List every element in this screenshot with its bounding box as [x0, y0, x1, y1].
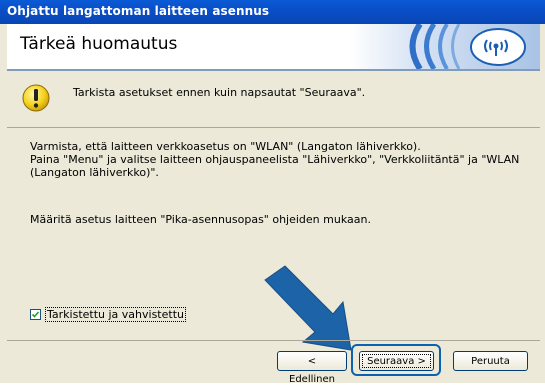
instruction-line-1: Varmista, että laitteen verkkoasetus on … [30, 140, 421, 153]
checkmark-icon [31, 310, 40, 318]
page-heading: Tärkeä huomautus [20, 34, 178, 54]
back-button[interactable]: < Edellinen [277, 351, 347, 385]
footer-divider [7, 340, 540, 341]
wireless-logo-icon [350, 24, 540, 69]
confirm-checkbox-row[interactable]: Tarkistettu ja vahvistettu [30, 306, 186, 322]
wizard-window: Ohjattu langattoman laitteen asennus Tär… [0, 0, 545, 385]
instruction-line-3: Määritä asetus laitteen "Pika-asennusopa… [30, 213, 371, 226]
window-title: Ohjattu langattoman laitteen asennus [7, 4, 270, 18]
instruction-line-2: Paina "Menu" ja valitse laitteen ohjausp… [30, 153, 520, 179]
header-divider [7, 69, 540, 71]
pointer-arrow-icon [264, 265, 352, 351]
cancel-button[interactable]: Peruuta [453, 351, 528, 371]
warning-icon [22, 84, 50, 112]
instructions-block: Varmista, että laitteen verkkoasetus on … [30, 140, 520, 179]
title-bar: Ohjattu langattoman laitteen asennus [0, 0, 545, 24]
warning-divider [7, 127, 540, 128]
warning-text: Tarkista asetukset ennen kuin napsautat … [73, 86, 366, 99]
confirm-checkbox[interactable] [30, 308, 41, 320]
confirm-checkbox-label[interactable]: Tarkistettu ja vahvistettu [45, 306, 186, 322]
warning-panel: Tarkista asetukset ennen kuin napsautat … [7, 77, 540, 123]
header-banner: Tärkeä huomautus [7, 24, 540, 69]
next-button[interactable]: Seuraava > [359, 351, 434, 371]
